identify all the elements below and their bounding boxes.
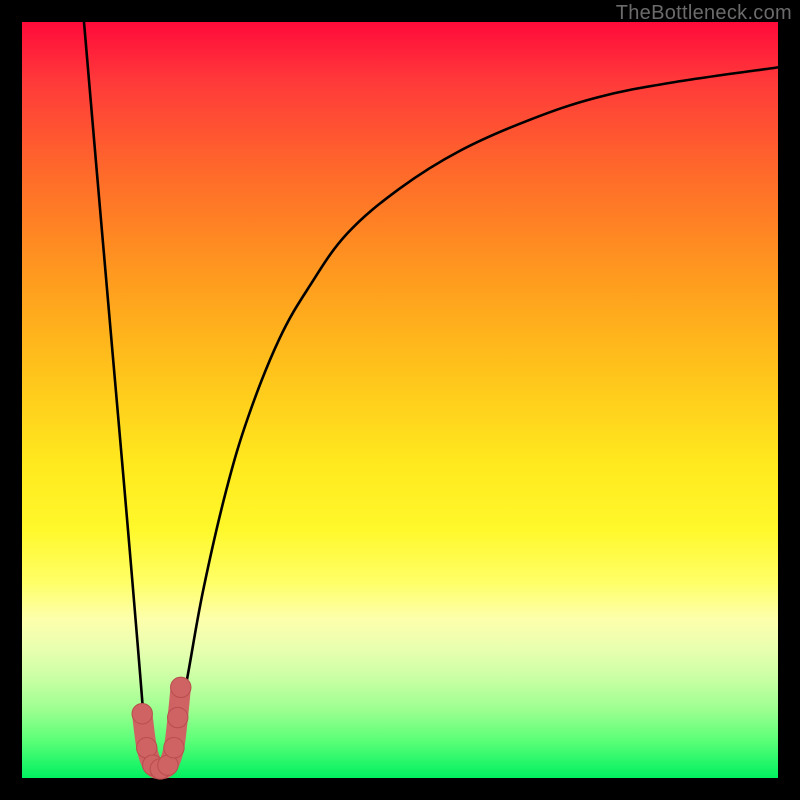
curve-right-branch — [175, 67, 778, 747]
watermark-label: TheBottleneck.com — [616, 2, 792, 25]
chart-svg — [22, 22, 778, 778]
marker-dot — [168, 707, 188, 727]
marker-dot — [171, 677, 191, 697]
marker-dot — [164, 738, 184, 758]
marker-dot — [132, 704, 152, 724]
chart-frame: TheBottleneck.com — [0, 0, 800, 800]
curve-left-branch — [84, 22, 146, 748]
chart-plot-area — [22, 22, 778, 778]
